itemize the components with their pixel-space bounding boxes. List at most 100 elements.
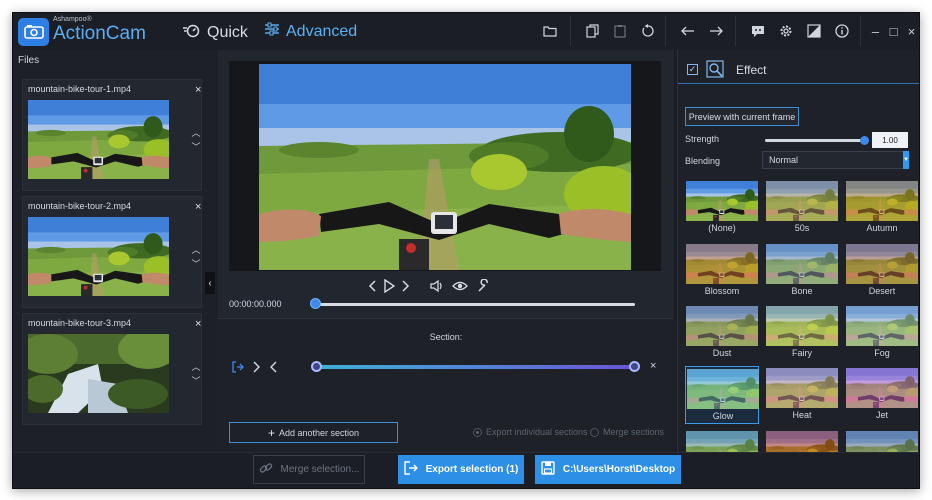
preset-thumbnail <box>846 368 918 408</box>
preset-thumbnail <box>686 181 758 221</box>
effect-preset[interactable]: (None) <box>685 179 759 237</box>
radio-unselected-icon <box>590 427 599 437</box>
gear-icon[interactable] <box>774 20 798 42</box>
export-selection-button[interactable]: Export selection (1) <box>398 455 524 484</box>
preset-thumbnail <box>846 181 918 221</box>
section-start-handle[interactable] <box>311 361 322 372</box>
preset-name: (None) <box>708 223 736 233</box>
undo-icon[interactable] <box>676 20 700 42</box>
effect-preset[interactable]: 50s <box>765 179 839 237</box>
strength-slider-track[interactable] <box>765 139 865 142</box>
preset-thumbnail <box>686 244 758 284</box>
move-up-button[interactable]: ︿ <box>190 243 202 257</box>
section-label: Section: <box>429 332 463 342</box>
effect-preset[interactable]: Glow <box>685 366 759 424</box>
section-range-track[interactable] <box>316 365 634 369</box>
move-down-button[interactable]: ﹀ <box>190 257 202 271</box>
move-down-button[interactable]: ﹀ <box>190 374 202 388</box>
export-individual-option[interactable]: Export individual sections <box>473 427 588 437</box>
files-panel: Files mountain-bike-tour-1.mp4 × ︿ ﹀ mou… <box>13 50 218 452</box>
add-section-button[interactable]: + Add another section <box>229 422 398 443</box>
volume-icon[interactable] <box>430 276 444 296</box>
reset-icon[interactable] <box>636 20 660 42</box>
effect-preset[interactable]: Fog <box>845 304 919 362</box>
seek-bar[interactable] <box>315 303 635 306</box>
seek-handle[interactable] <box>310 298 321 309</box>
output-folder-button[interactable]: C:\Users\Horst\Desktop <box>535 455 681 484</box>
blending-label: Blending <box>685 156 721 166</box>
presets-scrollbar[interactable] <box>916 184 919 452</box>
move-down-button[interactable]: ﹀ <box>190 140 202 154</box>
play-icon[interactable] <box>383 276 395 296</box>
save-disk-icon <box>541 461 555 478</box>
preview-current-frame-button[interactable]: Preview with current frame <box>685 107 799 126</box>
file-name: mountain-bike-tour-1.mp4 <box>28 84 132 94</box>
effect-preset[interactable]: Heat <box>765 366 839 424</box>
section-back-icon[interactable] <box>270 361 278 373</box>
info-icon[interactable] <box>830 20 854 42</box>
preset-name: Autumn <box>866 223 898 233</box>
set-section-start-icon[interactable] <box>232 361 244 373</box>
export-individual-label: Export individual sections <box>486 427 588 437</box>
dropdown-arrow-icon: ▼ <box>903 151 909 169</box>
effect-preset[interactable]: Dust <box>685 304 759 362</box>
effect-preset[interactable]: Desert <box>845 242 919 300</box>
merge-sections-option[interactable]: Merge sections <box>590 427 664 437</box>
file-item[interactable]: mountain-bike-tour-2.mp4 × ︿ ﹀ <box>22 196 202 308</box>
copy-icon[interactable] <box>580 20 604 42</box>
close-window-button[interactable]: × <box>899 13 919 50</box>
preset-name: Heat <box>792 410 812 420</box>
effect-preset[interactable]: Jet <box>845 366 919 424</box>
blending-select[interactable]: Normal ▼ <box>762 151 909 169</box>
mode-advanced-label: Advanced <box>286 22 358 40</box>
remove-file-button[interactable]: × <box>195 201 201 213</box>
strength-label: Strength <box>685 134 720 144</box>
section-editor: Section: × + Add another section Export … <box>218 318 674 452</box>
file-item[interactable]: mountain-bike-tour-1.mp4 × ︿ ﹀ <box>22 79 202 191</box>
file-name: mountain-bike-tour-3.mp4 <box>28 318 132 328</box>
files-panel-title: Files <box>18 55 40 66</box>
remove-file-button[interactable]: × <box>195 84 201 96</box>
strength-value-input[interactable]: 1.00 <box>872 132 908 148</box>
effect-title: Effect <box>736 63 767 77</box>
preset-name: 50s <box>794 223 810 233</box>
paste-icon[interactable] <box>608 20 632 42</box>
video-frame <box>259 64 631 270</box>
strength-slider-handle[interactable] <box>860 136 869 145</box>
compare-icon[interactable] <box>802 20 826 42</box>
feedback-icon[interactable] <box>746 20 770 42</box>
effect-enable-checkbox[interactable]: ✓ <box>687 64 698 75</box>
effect-preset[interactable]: Fairy <box>765 304 839 362</box>
section-end-handle[interactable] <box>629 361 640 372</box>
folder-open-icon[interactable] <box>538 20 562 42</box>
preset-name: Fairy <box>792 348 812 358</box>
file-item[interactable]: mountain-bike-tour-3.mp4 × ︿ ﹀ <box>22 313 202 425</box>
merge-sections-label: Merge sections <box>603 427 665 437</box>
move-up-button[interactable]: ︿ <box>190 360 202 374</box>
collapse-files-panel-button[interactable]: ‹ <box>205 272 215 294</box>
effect-preset[interactable]: Autumn <box>845 179 919 237</box>
section-forward-icon[interactable] <box>252 361 260 373</box>
redo-icon[interactable] <box>704 20 728 42</box>
sliders-icon <box>264 22 280 41</box>
prev-frame-icon[interactable] <box>368 276 378 296</box>
wrench-icon[interactable] <box>477 276 491 296</box>
mode-advanced-tab[interactable]: Advanced <box>264 22 357 41</box>
effect-preset[interactable]: Blossom <box>685 242 759 300</box>
remove-section-button[interactable]: × <box>650 360 656 372</box>
eye-icon[interactable] <box>452 276 468 296</box>
preset-thumbnail <box>766 306 838 346</box>
next-frame-icon[interactable] <box>400 276 410 296</box>
mode-quick-tab[interactable]: Quick <box>183 22 248 43</box>
preset-name: Desert <box>868 286 896 296</box>
remove-file-button[interactable]: × <box>195 318 201 330</box>
app-window: Ashampoo® ActionCam Quick Advanced – □ ×… <box>12 12 920 489</box>
player-panel: 00:00:00.000 Section: × + Add another se… <box>218 50 674 452</box>
brand-name: ActionCam <box>53 23 146 44</box>
file-thumbnail <box>28 100 169 179</box>
preset-name: Glow <box>712 411 734 421</box>
effect-preset[interactable]: Bone <box>765 242 839 300</box>
merge-selection-button[interactable]: Merge selection... <box>253 455 365 484</box>
move-up-button[interactable]: ︿ <box>190 126 202 140</box>
actioncam-logo-icon <box>18 18 49 46</box>
